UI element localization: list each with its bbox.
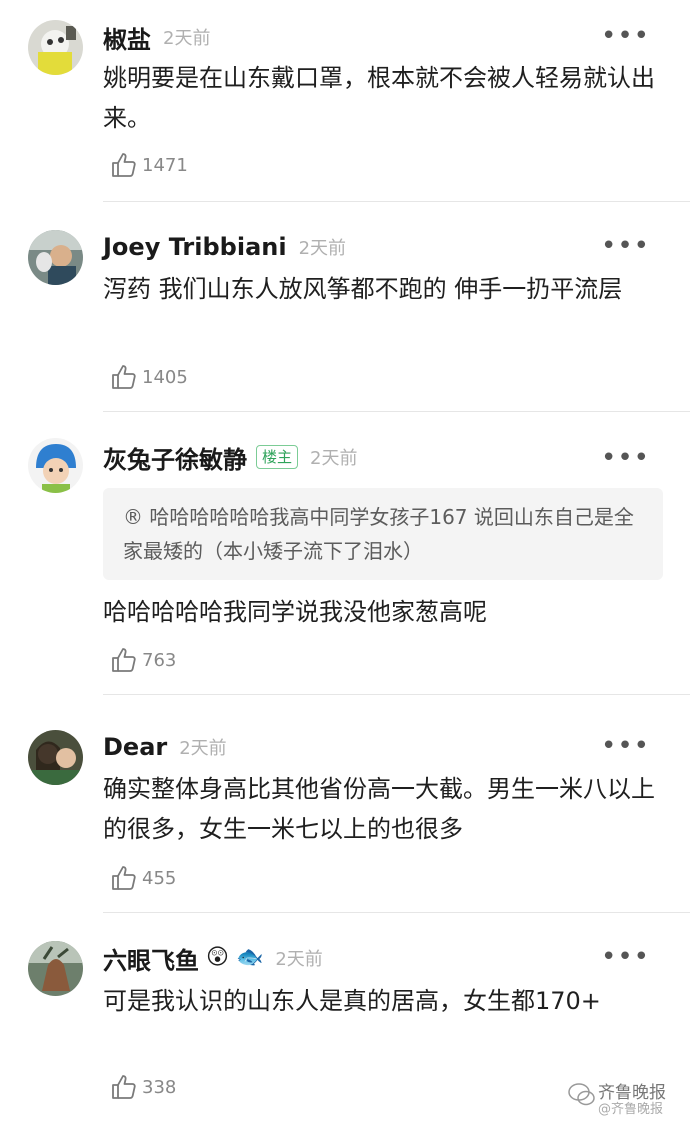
timestamp: 2天前 [310, 448, 358, 469]
like-count: 455 [142, 867, 177, 889]
timestamp: 2天前 [179, 738, 227, 759]
like-button[interactable]: 455 [110, 864, 176, 892]
username[interactable]: 灰兔子徐敏静 [103, 440, 247, 475]
like-button[interactable]: 763 [110, 646, 176, 674]
user-meta: 六眼飞鱼 😲 🐟 2天前 [103, 941, 323, 975]
like-button[interactable]: 338 [110, 1073, 176, 1101]
like-count: 763 [142, 649, 177, 671]
more-options-icon[interactable]: ••• [601, 233, 650, 259]
user-meta: Joey Tribbiani 2天前 [103, 230, 346, 264]
thumbs-up-icon [112, 153, 136, 177]
comment-item: 椒盐 2天前 ••• 姚明要是在山东戴口罩，根本就不会被人轻易就认出来。 147… [0, 0, 690, 202]
user-meta: 灰兔子徐敏静 楼主 2天前 [103, 440, 357, 474]
surprised-face-icon: 😲 [206, 945, 229, 970]
quoted-text: ® 哈哈哈哈哈哈我高中同学女孩子167 说回山东自己是全家最矮的（本小矮子流下了… [123, 505, 634, 563]
more-options-icon[interactable]: ••• [601, 445, 650, 471]
quoted-reply[interactable]: ® 哈哈哈哈哈哈我高中同学女孩子167 说回山东自己是全家最矮的（本小矮子流下了… [103, 488, 663, 580]
comment-text: 姚明要是在山东戴口罩，根本就不会被人轻易就认出来。 [103, 64, 655, 132]
comment-item: Dear 2天前 ••• 确实整体身高比其他省份高一大截。男生一米八以上的很多，… [0, 695, 690, 913]
avatar[interactable] [28, 20, 83, 75]
timestamp: 2天前 [275, 949, 323, 970]
comment-item: Joey Tribbiani 2天前 ••• 泻药 我们山东人放风筝都不跑的 伸… [0, 202, 690, 412]
comment-text: 可是我认识的山东人是真的居高，女生都170+ [103, 987, 601, 1015]
username[interactable]: 椒盐 [103, 20, 151, 55]
thumbs-up-icon [112, 648, 136, 672]
op-badge: 楼主 [256, 445, 299, 469]
comment-text: 确实整体身高比其他省份高一大截。男生一米八以上的很多，女生一米七以上的也很多 [103, 775, 655, 843]
thumbs-up-icon [112, 866, 136, 890]
like-count: 1471 [142, 154, 188, 176]
like-count: 338 [142, 1076, 177, 1098]
like-button[interactable]: 1471 [110, 151, 188, 179]
username[interactable]: Dear [103, 733, 167, 761]
like-button[interactable]: 1405 [110, 363, 188, 391]
avatar[interactable] [28, 941, 83, 996]
timestamp: 2天前 [298, 238, 347, 259]
watermark-handle: @齐鲁晚报 [598, 1102, 664, 1117]
username[interactable]: Joey Tribbiani [103, 233, 287, 261]
more-options-icon[interactable]: ••• [601, 23, 650, 49]
avatar[interactable] [28, 438, 83, 493]
user-meta: Dear 2天前 [103, 730, 227, 764]
avatar[interactable] [28, 230, 83, 285]
comment-text: 泻药 我们山东人放风筝都不跑的 伸手一扔平流层 [103, 275, 623, 303]
user-meta: 椒盐 2天前 [103, 20, 210, 54]
comment-text: 哈哈哈哈哈我同学说我没他家葱高呢 [103, 598, 487, 626]
more-options-icon[interactable]: ••• [601, 733, 650, 759]
thumbs-up-icon [112, 365, 136, 389]
timestamp: 2天前 [163, 28, 211, 49]
comment-item: 灰兔子徐敏静 楼主 2天前 ••• ® 哈哈哈哈哈哈我高中同学女孩子167 说回… [0, 412, 690, 695]
watermark: 齐鲁晚报 @齐鲁晚报 [568, 1078, 678, 1118]
wechat-logo-icon [568, 1083, 595, 1106]
more-options-icon[interactable]: ••• [601, 944, 650, 970]
avatar[interactable] [28, 730, 83, 785]
like-count: 1405 [142, 366, 188, 388]
thumbs-up-icon [112, 1075, 136, 1099]
username[interactable]: 六眼飞鱼 [103, 941, 199, 976]
fish-icon: 🐟 [235, 945, 264, 970]
